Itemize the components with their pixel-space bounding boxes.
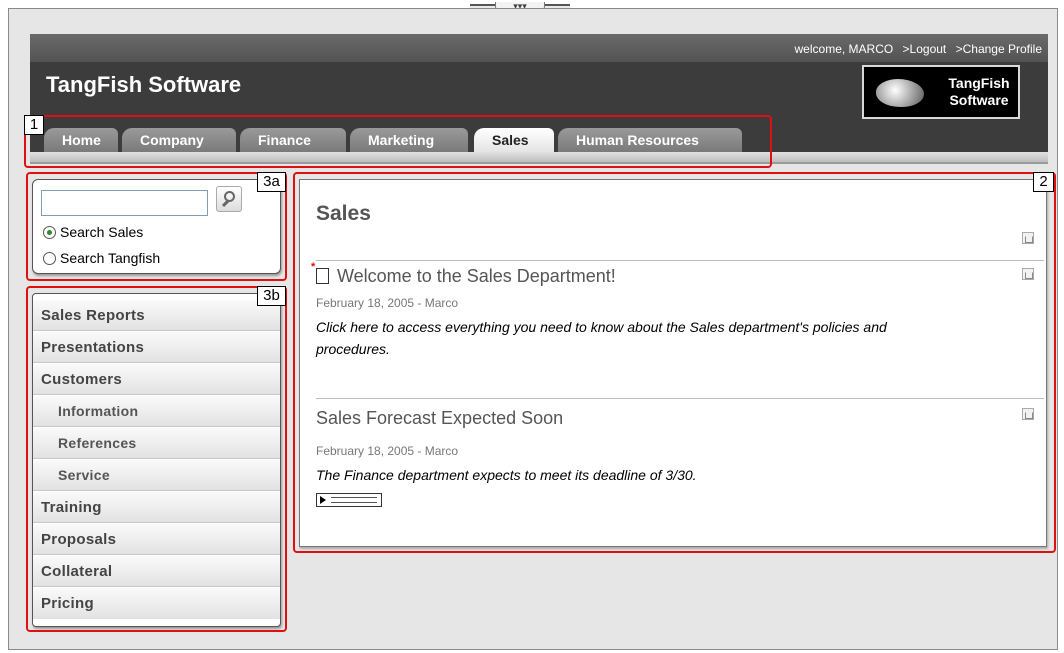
- article-body[interactable]: Click here to access everything you need…: [316, 316, 956, 360]
- sidebar-item-collateral[interactable]: Collateral: [33, 556, 280, 587]
- portal-header: welcome, MARCO >Logout >Change Profile T…: [30, 34, 1048, 164]
- sidebar-nav: Sales Reports Presentations Customers In…: [32, 293, 281, 627]
- callout-label-2: 2: [1033, 172, 1054, 192]
- header-utility-bar: welcome, MARCO >Logout >Change Profile: [30, 34, 1048, 62]
- article-title-forecast[interactable]: Sales Forecast Expected Soon: [316, 408, 563, 429]
- divider: [316, 398, 1044, 399]
- text-lines-icon: [331, 497, 377, 503]
- search-button[interactable]: [216, 186, 242, 212]
- search-input[interactable]: [41, 190, 208, 216]
- main-tabs: Home Company Finance Marketing Sales Hum…: [30, 126, 1048, 154]
- new-marker: *: [311, 261, 316, 273]
- search-option-tangfish[interactable]: Search Tangfish: [43, 250, 160, 266]
- tab-human-resources[interactable]: Human Resources: [558, 128, 742, 152]
- tab-home[interactable]: Home: [44, 128, 118, 152]
- play-arrow-icon: [320, 496, 326, 504]
- tab-underline-bar: [30, 152, 1048, 164]
- article-title-welcome[interactable]: * Welcome to the Sales Department!: [311, 261, 616, 287]
- company-logo: TangFish Software: [862, 65, 1020, 119]
- user-links: welcome, MARCO >Logout >Change Profile: [789, 42, 1042, 56]
- search-option-label: Search Sales: [60, 224, 144, 240]
- sidebar-item-proposals[interactable]: Proposals: [33, 524, 280, 555]
- page-title: Sales: [316, 202, 371, 225]
- sidebar-item-presentations[interactable]: Presentations: [33, 332, 280, 363]
- radio-selected[interactable]: [43, 226, 56, 239]
- tab-company[interactable]: Company: [122, 128, 236, 152]
- home-icon[interactable]: [1022, 232, 1034, 244]
- sidebar-item-references[interactable]: References: [33, 428, 280, 459]
- sidebar-item-sales-reports[interactable]: Sales Reports: [33, 300, 280, 331]
- tab-sales[interactable]: Sales: [474, 128, 554, 152]
- tab-finance[interactable]: Finance: [240, 128, 346, 152]
- callout-label-1: 1: [24, 115, 44, 135]
- logout-link[interactable]: >Logout: [903, 42, 947, 56]
- fish-icon: [876, 79, 924, 107]
- content-panel: Sales * Welcome to the Sales Department! …: [299, 179, 1047, 547]
- sidebar-item-training[interactable]: Training: [33, 492, 280, 523]
- home-icon[interactable]: [1022, 408, 1034, 420]
- callout-label-3b: 3b: [257, 286, 286, 306]
- logo-line-1: TangFish: [948, 75, 1010, 91]
- change-profile-link[interactable]: >Change Profile: [956, 42, 1042, 56]
- article-meta: February 18, 2005 - Marco: [316, 444, 459, 458]
- sidebar-item-information[interactable]: Information: [33, 396, 280, 427]
- logo-line-2: Software: [949, 92, 1009, 108]
- search-option-sales[interactable]: Search Sales: [43, 224, 143, 240]
- article-title-text: Welcome to the Sales Department!: [337, 266, 616, 286]
- sidebar-item-service[interactable]: Service: [33, 460, 280, 491]
- document-icon: *: [311, 261, 329, 284]
- search-icon-handle: [221, 199, 230, 208]
- sidebar-item-pricing[interactable]: Pricing: [33, 588, 280, 619]
- search-panel: Search Sales Search Tangfish: [32, 179, 281, 274]
- home-icon[interactable]: [1022, 268, 1034, 280]
- divider: [316, 260, 1044, 261]
- sidebar-item-customers[interactable]: Customers: [33, 364, 280, 395]
- article-body: The Finance department expects to meet i…: [316, 467, 697, 483]
- radio-unselected[interactable]: [43, 252, 56, 265]
- welcome-text: welcome, MARCO: [794, 42, 894, 56]
- article-meta: February 18, 2005 - Marco: [316, 296, 459, 310]
- tab-marketing[interactable]: Marketing: [350, 128, 468, 152]
- logo-text: TangFish Software: [942, 75, 1016, 109]
- site-title: TangFish Software: [46, 72, 242, 97]
- callout-label-3a: 3a: [257, 172, 286, 192]
- read-more-button[interactable]: [316, 493, 382, 507]
- search-option-label: Search Tangfish: [60, 250, 161, 266]
